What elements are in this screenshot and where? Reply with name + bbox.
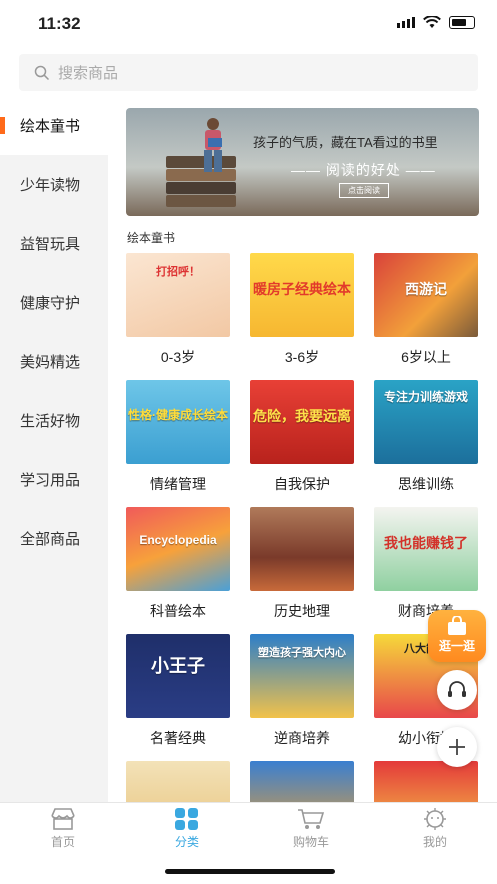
product-label: 情绪管理 [150, 476, 206, 492]
search-placeholder: 搜索商品 [58, 65, 119, 82]
product-cover: 打招呼！ [126, 253, 230, 337]
reading-child-illustration [194, 116, 232, 176]
product-label: 科普绘本 [150, 603, 206, 619]
product-cover: 专注力训练游戏 [374, 380, 478, 464]
section-title: 绘本童书 [127, 231, 176, 245]
home-indicator [165, 869, 335, 874]
battery-icon [449, 16, 475, 29]
banner-subtitle: —— 阅读的好处 —— [291, 162, 436, 178]
product-cover: 塑造孩子强大内心 [250, 634, 354, 718]
tab-category-label: 分类 [174, 835, 199, 849]
product-cover: 危险，我要远离 [250, 380, 354, 464]
product-card[interactable]: 专注力训练游戏 思维训练 [374, 380, 478, 494]
product-cover: 性格·健康成长绘本 [126, 380, 230, 464]
product-label: 自我保护 [274, 476, 330, 492]
customer-service-button[interactable] [437, 670, 477, 710]
tab-home[interactable]: 首页 [23, 807, 103, 850]
sidebar-item-picture-books[interactable]: 绘本童书 [0, 96, 108, 155]
product-card[interactable]: 我也能赚钱了 财商培养 [374, 507, 478, 621]
headset-icon [448, 681, 466, 697]
wifi-icon [423, 16, 441, 28]
sidebar-item-label: 美妈精选 [20, 354, 81, 371]
product-card[interactable]: 小王子 名著经典 [126, 634, 230, 748]
cart-icon [298, 809, 325, 829]
category-grid-icon [175, 808, 198, 830]
shopping-bag-icon [448, 616, 466, 635]
product-card[interactable] [126, 761, 230, 802]
sidebar-item-health[interactable]: 健康守护 [0, 273, 108, 332]
product-label: 6岁以上 [401, 349, 451, 365]
product-card[interactable]: 历史地理 [250, 507, 354, 621]
product-card[interactable]: 塑造孩子强大内心 逆商培养 [250, 634, 354, 748]
browse-shop-button[interactable]: 逛一逛 [428, 610, 486, 662]
tab-cart[interactable]: 购物车 [271, 807, 351, 850]
sidebar-item-label: 绘本童书 [20, 118, 81, 135]
category-sidebar: 绘本童书 少年读物 益智玩具 健康守护 美妈精选 生活好物 学习用品 全部商品 [0, 96, 108, 802]
product-label: 3-6岁 [284, 349, 320, 365]
tab-home-label: 首页 [50, 835, 75, 849]
product-cover: 暖房子经典绘本 [250, 253, 354, 337]
sidebar-item-study-supplies[interactable]: 学习用品 [0, 450, 108, 509]
product-label: 思维训练 [398, 476, 454, 492]
profile-icon [424, 808, 446, 830]
product-cover [126, 761, 230, 802]
tab-cart-label: 购物车 [292, 835, 329, 849]
product-card[interactable]: 危险，我要远离 自我保护 [250, 380, 354, 494]
signal-icon [397, 17, 415, 28]
product-label: 历史地理 [274, 603, 330, 619]
product-card[interactable] [250, 761, 354, 802]
status-icons [397, 16, 475, 29]
product-cover: 小王子 [126, 634, 230, 718]
browse-shop-label: 逛一逛 [438, 639, 475, 653]
store-icon [51, 808, 75, 830]
status-time: 11:32 [38, 14, 81, 33]
product-card[interactable] [374, 761, 478, 802]
sidebar-item-label: 学习用品 [20, 472, 81, 489]
product-label: 逆商培养 [274, 730, 330, 746]
product-cover [250, 507, 354, 591]
sidebar-item-life-goods[interactable]: 生活好物 [0, 391, 108, 450]
product-card[interactable]: 暖房子经典绘本 3-6岁 [250, 253, 354, 367]
product-card[interactable]: 性格·健康成长绘本 情绪管理 [126, 380, 230, 494]
search-icon [34, 65, 50, 80]
sidebar-item-label: 益智玩具 [20, 236, 81, 253]
product-card[interactable]: 打招呼！ 0-3岁 [126, 253, 230, 367]
promo-banner[interactable]: 孩子的气质，藏在TA看过的书里 —— 阅读的好处 —— 点击阅读 [126, 108, 479, 216]
banner-headline: 孩子的气质，藏在TA看过的书里 [253, 135, 438, 150]
sidebar-item-mom-picks[interactable]: 美妈精选 [0, 332, 108, 391]
sidebar-item-label: 全部商品 [20, 531, 81, 548]
sidebar-item-label: 生活好物 [20, 413, 81, 430]
search-input[interactable]: 搜索商品 [19, 54, 478, 91]
sidebar-item-label: 健康守护 [20, 295, 81, 312]
product-card[interactable]: 西游记 6岁以上 [374, 253, 478, 367]
product-card[interactable]: Encyclopedia 科普绘本 [126, 507, 230, 621]
sidebar-item-label: 少年读物 [20, 177, 81, 194]
status-bar: 11:32 [0, 0, 497, 48]
plus-icon [449, 739, 465, 755]
sidebar-item-educational-toys[interactable]: 益智玩具 [0, 214, 108, 273]
add-button[interactable] [437, 727, 477, 767]
product-cover: 我也能赚钱了 [374, 507, 478, 591]
banner-read-button[interactable]: 点击阅读 [339, 183, 389, 198]
product-cover: 西游记 [374, 253, 478, 337]
search-bar: 搜索商品 [0, 48, 497, 96]
sidebar-item-all-products[interactable]: 全部商品 [0, 509, 108, 568]
product-cover [250, 761, 354, 802]
tab-me[interactable]: 我的 [395, 807, 475, 850]
product-label: 0-3岁 [160, 349, 196, 365]
product-cover: Encyclopedia [126, 507, 230, 591]
product-cover [374, 761, 478, 802]
tab-category[interactable]: 分类 [147, 807, 227, 850]
product-label: 名著经典 [150, 730, 206, 746]
sidebar-item-youth-reading[interactable]: 少年读物 [0, 155, 108, 214]
tab-me-label: 我的 [422, 835, 447, 849]
